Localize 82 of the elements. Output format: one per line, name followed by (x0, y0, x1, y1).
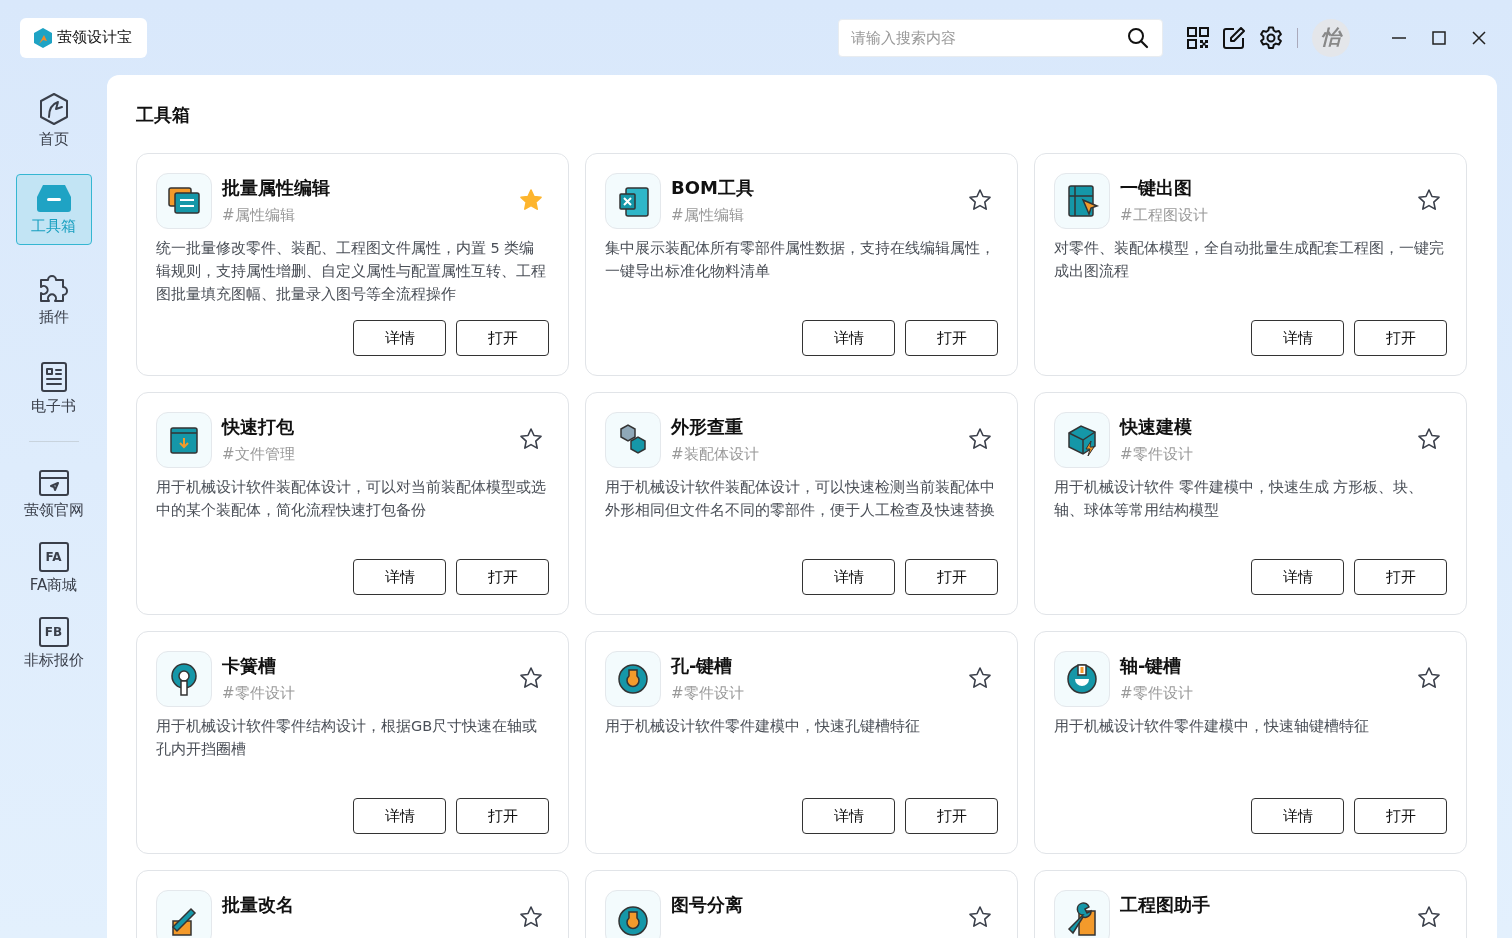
app-name: 萤领设计宝 (57, 28, 132, 47)
sidebar-item[interactable]: 电子书 (15, 352, 92, 425)
tool-description: 用于机械设计软件 零件建模中，快速生成 方形板、块、轴、球体等常用结构模型 (1054, 478, 1425, 520)
logo-icon (34, 27, 52, 48)
store-icon: FA (38, 542, 69, 572)
open-button[interactable]: 打开 (456, 559, 549, 595)
close-icon[interactable] (1470, 28, 1488, 47)
tool-name: 工程图助手 (1120, 893, 1211, 917)
open-button[interactable]: 打开 (905, 559, 998, 595)
open-button[interactable]: 打开 (905, 798, 998, 834)
maximize-icon[interactable] (1430, 28, 1448, 47)
sidebar-item[interactable]: 首页 (15, 83, 92, 158)
tool-tag: #装配体设计 (671, 445, 958, 464)
settings-icon[interactable] (1259, 25, 1283, 50)
open-button[interactable]: 打开 (1354, 559, 1447, 595)
edit-icon[interactable] (1223, 26, 1245, 49)
tool-tag: #零件设计 (671, 684, 958, 703)
star-icon[interactable] (1417, 905, 1441, 929)
page-title: 工具箱 (136, 103, 191, 127)
details-button[interactable]: 详情 (353, 559, 446, 595)
tool-description: 用于机械设计软件装配体设计，可以对当前装配体模型或选中的某个装配体，简化流程快速打包备份 (156, 478, 547, 520)
details-button[interactable]: 详情 (802, 320, 895, 356)
open-button[interactable]: 打开 (1354, 798, 1447, 834)
tool-description: 对零件、装配体模型，全自动批量生成配套工程图，一键完成出图流程 (1054, 239, 1445, 281)
tool-tag: #工程图设计 (1120, 206, 1407, 225)
star-icon[interactable] (1417, 427, 1441, 451)
star-icon[interactable] (519, 427, 543, 451)
star-icon[interactable] (968, 905, 992, 929)
star-icon[interactable] (1417, 188, 1441, 212)
details-button[interactable]: 详情 (353, 798, 446, 834)
store-icon: FB (38, 617, 69, 647)
tool-description: 统一批量修改零件、装配、工程图文件属性，内置 5 类编辑规则，支持属性增删、自定义属性与配置属性互转、工程图批量填充图幅、批量录入图号等全流程操作 (156, 239, 547, 304)
open-button[interactable]: 打开 (456, 320, 549, 356)
tool-description: 用于机械设计软件装配体设计，可以快速检测当前装配体中外形相同但文件名不同的零部件，便于人工检查及快速替换 (605, 478, 996, 520)
details-button[interactable]: 详情 (1251, 798, 1344, 834)
tool-name: 一键出图 (1120, 176, 1193, 200)
tool-name: 孔-键槽 (671, 654, 734, 678)
star-icon[interactable] (519, 666, 543, 690)
tool-name: 批量改名 (222, 893, 295, 917)
tool-name: 卡簧槽 (222, 654, 277, 678)
details-button[interactable]: 详情 (353, 320, 446, 356)
star-icon[interactable] (1417, 666, 1441, 690)
tool-name: 外形查重 (671, 415, 744, 439)
tool-name: BOM工具 (671, 176, 755, 200)
search-field[interactable]: 请输入搜索内容 (838, 18, 1163, 57)
open-button[interactable]: 打开 (1354, 320, 1447, 356)
search-icon[interactable] (1127, 26, 1149, 49)
sidebar-item[interactable]: 萤领官网 (15, 460, 92, 529)
star-icon[interactable] (519, 905, 543, 929)
tool-tag: #零件设计 (1120, 445, 1407, 464)
tool-description: 用于机械设计软件零件建模中，快速轴键槽特征 (1054, 717, 1370, 736)
open-button[interactable]: 打开 (456, 798, 549, 834)
tool-description: 用于机械设计软件零件结构设计，根据GB尺寸快速在轴或孔内开挡圈槽 (156, 717, 539, 759)
sidebar-item[interactable]: FB 非标报价 (15, 608, 92, 679)
tool-tag: #零件设计 (222, 684, 509, 703)
details-button[interactable]: 详情 (1251, 320, 1344, 356)
home-icon (37, 92, 70, 126)
qr-code-icon[interactable] (1187, 26, 1209, 49)
details-button[interactable]: 详情 (1251, 559, 1344, 595)
tool-description: 用于机械设计软件零件建模中，快速孔键槽特征 (605, 717, 921, 736)
tool-name: 快速打包 (222, 415, 295, 439)
star-icon[interactable] (968, 666, 992, 690)
browser-icon (37, 469, 70, 497)
tool-name: 快速建模 (1120, 415, 1193, 439)
tool-description: 集中展示装配体所有零部件属性数据，支持在线编辑属性，一键导出标准化物料清单 (605, 239, 996, 281)
tool-tag: #属性编辑 (222, 206, 509, 225)
sidebar-item[interactable]: FA FA商城 (15, 533, 92, 604)
star-icon[interactable] (519, 188, 543, 212)
tool-name: 轴-键槽 (1120, 654, 1183, 678)
toolbox-icon (34, 183, 73, 213)
tool-tag: #属性编辑 (671, 206, 958, 225)
tool-tag: #文件管理 (222, 445, 509, 464)
tool-name: 图号分离 (671, 893, 744, 917)
tool-tag: #零件设计 (1120, 684, 1407, 703)
star-icon[interactable] (968, 188, 992, 212)
tool-name: 批量属性编辑 (222, 176, 331, 200)
details-button[interactable]: 详情 (802, 798, 895, 834)
sidebar-item[interactable]: 插件 (15, 261, 92, 336)
details-button[interactable]: 详情 (802, 559, 895, 595)
open-button[interactable]: 打开 (905, 320, 998, 356)
document-icon (39, 361, 68, 393)
star-icon[interactable] (968, 427, 992, 451)
